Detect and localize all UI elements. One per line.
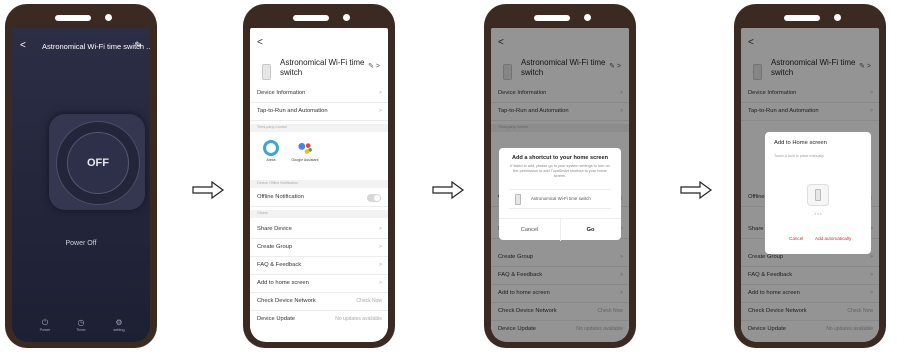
setting-button[interactable]: ⚙ setting	[104, 318, 134, 332]
row-label: Offline Notification	[257, 194, 304, 200]
camera	[105, 14, 112, 21]
phone-frame-3: < Astronomical Wi-Fi time switch ✎ > Dev…	[484, 4, 636, 348]
device-icon	[262, 64, 271, 80]
chevron-right-icon: >	[379, 280, 382, 286]
timer-icon: ◷	[77, 318, 85, 327]
speaker	[55, 15, 91, 21]
offline-notification-row: Offline Notification	[250, 190, 388, 207]
offline-notification-toggle[interactable]	[367, 194, 381, 202]
shortcut-preview: Astronomical Wi-Fi time switch	[509, 189, 611, 209]
google-assistant-tile[interactable]: Google Assistant	[290, 140, 320, 162]
dialog-go-button[interactable]: Go	[560, 218, 621, 241]
settings-screen: < Astronomical Wi-Fi time switch ✎ > Dev…	[250, 28, 388, 342]
power-icon: ⏻	[41, 318, 49, 327]
dialog-hint: Touch & hold to place manually	[774, 154, 824, 158]
section-label: Device Offline Notification	[257, 181, 299, 185]
speaker	[534, 15, 570, 21]
device-title: Astronomical Wi-Fi time switch	[280, 58, 365, 77]
dialog-body: If failed to add, please go to your syst…	[510, 164, 610, 178]
add-home-screen: < Astronomical Wi-Fi time switch ✎ > Dev…	[741, 28, 879, 342]
widget-preview[interactable]	[807, 184, 829, 206]
shortcut-dialog: Add a shortcut to your home screen If fa…	[499, 148, 621, 241]
row-label: Share Device	[257, 226, 292, 232]
chevron-right-icon: >	[379, 244, 382, 250]
row-label: Device Information	[257, 90, 306, 96]
dialog-cancel-button[interactable]: Cancel	[499, 218, 561, 241]
row-label: Device Update	[257, 316, 296, 322]
check-device-network-row[interactable]: Check Device Network Check Now	[250, 294, 388, 311]
timer-button[interactable]: ◷ Timer	[66, 318, 96, 332]
device-update-row[interactable]: Device Update No updates available	[250, 312, 388, 328]
shortcut-device-name: Astronomical Wi-Fi time switch	[531, 196, 591, 201]
section-label: Others	[257, 211, 268, 215]
device-control-screen: < Astronomical Wi-Fi time switch ... ✎ O…	[12, 28, 150, 342]
phone-frame-4: < Astronomical Wi-Fi time switch ✎ > Dev…	[734, 4, 886, 348]
chevron-right-icon: >	[379, 226, 382, 232]
dialog-cancel-button[interactable]: Cancel	[789, 236, 803, 241]
speaker	[293, 15, 329, 21]
create-group-row[interactable]: Create Group >	[250, 240, 388, 257]
gear-icon: ⚙	[115, 318, 123, 327]
section-label: Third-party Control	[257, 125, 287, 129]
dialog-title: Add a shortcut to your home screen	[511, 155, 609, 161]
camera	[343, 14, 350, 21]
back-icon[interactable]: <	[20, 40, 26, 52]
arrow-right-icon	[680, 181, 712, 199]
camera	[584, 14, 591, 21]
camera	[834, 14, 841, 21]
arrow-right-icon	[432, 181, 464, 199]
back-icon[interactable]: <	[257, 37, 263, 48]
alexa-tile[interactable]: Alexa	[256, 140, 286, 162]
google-assistant-icon	[297, 140, 313, 156]
edit-icon[interactable]: ✎ >	[368, 62, 380, 70]
check-now-value: Check Now	[356, 298, 382, 304]
row-label: Add to home screen	[257, 280, 309, 286]
power-button-label: Power	[39, 328, 51, 332]
power-button[interactable]: ⏻ Power	[30, 318, 60, 332]
alexa-icon	[263, 140, 279, 156]
offline-section-header: Device Offline Notification	[250, 180, 388, 188]
header: < Astronomical Wi-Fi time switch ... ✎	[12, 40, 150, 54]
chevron-right-icon: >	[379, 90, 382, 96]
chevron-right-icon: >	[379, 262, 382, 268]
power-status: Power Off	[65, 240, 97, 247]
update-status: No updates available	[335, 316, 382, 322]
device-icon	[815, 189, 821, 201]
shortcut-dialog-screen: < Astronomical Wi-Fi time switch ✎ > Dev…	[491, 28, 629, 342]
tap-to-run-row[interactable]: Tap-to-Run and Automation >	[250, 104, 388, 121]
device-information-row[interactable]: Device Information >	[250, 86, 388, 103]
add-home-dialog: Add to Home screen Touch & hold to place…	[765, 132, 871, 254]
add-to-home-screen-row[interactable]: Add to home screen >	[250, 276, 388, 293]
row-label: FAQ & Feedback	[257, 262, 302, 268]
row-label: Tap-to-Run and Automation	[257, 108, 328, 114]
widget-size: 1 x 1	[814, 212, 822, 216]
alexa-label: Alexa	[266, 158, 276, 162]
edit-icon[interactable]: ✎	[134, 40, 142, 51]
google-assistant-label: Google Assistant	[291, 158, 319, 162]
third-party-section-header: Third-party Control	[250, 124, 388, 132]
phone-frame-1: < Astronomical Wi-Fi time switch ... ✎ O…	[5, 4, 157, 348]
setting-button-label: setting	[113, 328, 125, 332]
speaker	[784, 15, 820, 21]
row-label: Check Device Network	[257, 298, 316, 304]
timer-button-label: Timer	[76, 328, 86, 332]
faq-feedback-row[interactable]: FAQ & Feedback >	[250, 258, 388, 275]
power-knob-button[interactable]: OFF	[67, 132, 129, 194]
phone-frame-2: < Astronomical Wi-Fi time switch ✎ > Dev…	[243, 4, 395, 348]
share-device-row[interactable]: Share Device >	[250, 222, 388, 239]
others-section-header: Others	[250, 210, 388, 218]
chevron-right-icon: >	[379, 108, 382, 114]
add-automatically-button[interactable]: Add automatically	[815, 236, 851, 241]
dialog-title: Add to Home screen	[774, 140, 827, 146]
device-icon	[515, 194, 521, 205]
arrow-right-icon	[192, 181, 224, 199]
row-label: Create Group	[257, 244, 293, 250]
